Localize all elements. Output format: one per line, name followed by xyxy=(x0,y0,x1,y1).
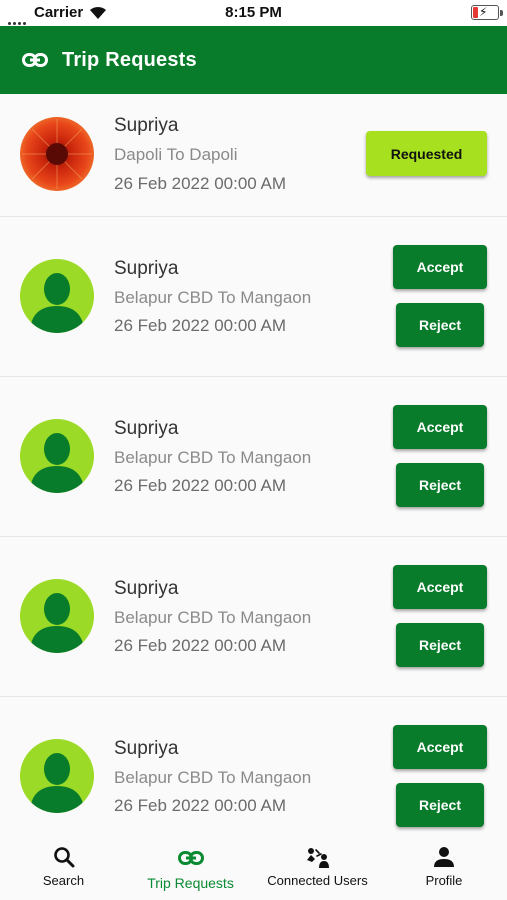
nav-label-connected-users: Connected Users xyxy=(267,873,368,888)
trip-request-card: Supriya Belapur CBD To Mangaon 26 Feb 20… xyxy=(0,697,507,832)
requester-name: Supriya xyxy=(114,258,179,279)
nav-item-search[interactable]: Search xyxy=(0,832,127,900)
trip-date: 26 Feb 2022 00:00 AM xyxy=(114,316,287,335)
accept-button[interactable]: Accept xyxy=(393,725,487,769)
nav-label-trip-requests: Trip Requests xyxy=(147,875,234,891)
trip-route: Belapur CBD To Mangaon xyxy=(114,608,312,627)
trip-date: 26 Feb 2022 00:00 AM xyxy=(114,174,287,193)
person-placeholder-icon xyxy=(30,433,84,493)
reject-button[interactable]: Reject xyxy=(396,463,484,507)
trip-date: 26 Feb 2022 00:00 AM xyxy=(114,796,287,815)
trip-request-card: Supriya Dapoli To Dapoli 26 Feb 2022 00:… xyxy=(0,94,507,217)
trip-request-list: Supriya Dapoli To Dapoli 26 Feb 2022 00:… xyxy=(0,94,507,832)
search-icon xyxy=(53,847,74,868)
person-placeholder-icon xyxy=(30,593,84,653)
accept-button[interactable]: Accept xyxy=(393,405,487,449)
bottom-nav: Search Trip Requests Connected Users Pro… xyxy=(0,832,507,900)
person-icon xyxy=(434,847,454,867)
trip-route: Belapur CBD To Mangaon xyxy=(114,288,312,307)
link-icon xyxy=(177,851,204,865)
requester-name: Supriya xyxy=(114,115,179,136)
requester-name: Supriya xyxy=(114,738,179,759)
nav-item-connected-users[interactable]: Connected Users xyxy=(254,832,381,900)
requested-button[interactable]: Requested xyxy=(366,131,487,176)
connected-users-icon xyxy=(306,848,329,868)
trip-request-card: Supriya Belapur CBD To Mangaon 26 Feb 20… xyxy=(0,377,507,537)
reject-button[interactable]: Reject xyxy=(396,623,484,667)
person-placeholder-icon xyxy=(30,753,84,813)
trip-date: 26 Feb 2022 00:00 AM xyxy=(114,476,287,495)
status-bar: Carrier 8:15 PM ⚡ xyxy=(0,0,507,26)
person-placeholder-icon xyxy=(30,273,84,333)
reject-button[interactable]: Reject xyxy=(396,303,484,347)
avatar xyxy=(20,117,94,191)
trip-route: Dapoli To Dapoli xyxy=(114,145,238,164)
avatar xyxy=(20,259,94,333)
nav-item-profile[interactable]: Profile xyxy=(381,832,507,900)
flower-photo-icon xyxy=(20,117,94,191)
reject-button[interactable]: Reject xyxy=(396,783,484,827)
trip-request-card: Supriya Belapur CBD To Mangaon 26 Feb 20… xyxy=(0,217,507,377)
battery-icon: ⚡ xyxy=(471,5,499,20)
nav-label-search: Search xyxy=(42,873,85,888)
trip-route: Belapur CBD To Mangaon xyxy=(114,448,312,467)
status-time: 8:15 PM xyxy=(225,4,282,21)
trip-date: 26 Feb 2022 00:00 AM xyxy=(114,636,287,655)
avatar xyxy=(20,739,94,813)
page-title: Trip Requests xyxy=(62,48,197,71)
nav-label-profile: Profile xyxy=(425,873,463,888)
requester-name: Supriya xyxy=(114,418,179,439)
avatar xyxy=(20,419,94,493)
requester-name: Supriya xyxy=(114,578,179,599)
nav-item-trip-requests[interactable]: Trip Requests xyxy=(127,832,254,900)
accept-button[interactable]: Accept xyxy=(393,565,487,609)
avatar xyxy=(20,579,94,653)
trip-route: Belapur CBD To Mangaon xyxy=(114,768,312,787)
trip-request-card: Supriya Belapur CBD To Mangaon 26 Feb 20… xyxy=(0,537,507,697)
accept-button[interactable]: Accept xyxy=(393,245,487,289)
app-bar: Trip Requests xyxy=(0,26,507,94)
link-icon xyxy=(22,53,48,67)
